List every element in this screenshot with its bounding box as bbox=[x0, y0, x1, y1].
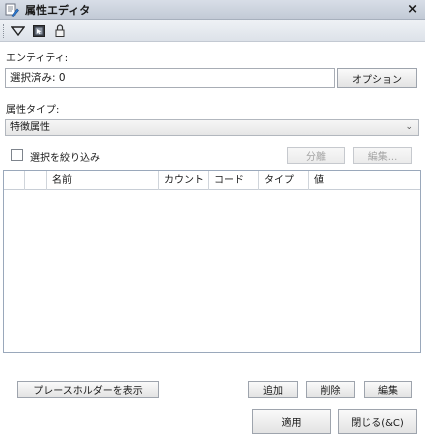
grid-column-marker bbox=[24, 171, 46, 190]
split-button[interactable]: 分離 bbox=[287, 147, 345, 164]
show-placeholder-button[interactable]: プレースホルダーを表示 bbox=[17, 381, 159, 398]
delete-button[interactable]: 削除 bbox=[306, 381, 355, 398]
lock-icon[interactable] bbox=[51, 22, 69, 40]
chevron-down-icon: ⌄ bbox=[405, 122, 413, 132]
column-header-code[interactable]: コード bbox=[208, 171, 258, 190]
title-bar: 属性エディタ × bbox=[0, 0, 425, 20]
attribute-type-select[interactable]: 特徴属性 ⌄ bbox=[5, 119, 419, 136]
toolbar-grip bbox=[3, 23, 6, 38]
filter-selection-checkbox[interactable] bbox=[11, 149, 23, 161]
add-button[interactable]: 追加 bbox=[248, 381, 298, 398]
filter-selection-label: 選択を絞り込み bbox=[30, 153, 100, 164]
toolbar bbox=[0, 20, 425, 42]
edit-filter-button[interactable]: 編集... bbox=[353, 147, 412, 164]
column-header-name[interactable]: 名前 bbox=[46, 171, 158, 190]
attribute-type-value: 特徴属性 bbox=[10, 122, 50, 133]
attribute-type-label: 属性タイプ: bbox=[6, 105, 60, 116]
column-header-count[interactable]: カウント bbox=[158, 171, 208, 190]
edit-button[interactable]: 編集 bbox=[364, 381, 412, 398]
close-button[interactable]: 閉じる(&C) bbox=[338, 409, 417, 434]
column-header-value[interactable]: 値 bbox=[308, 171, 420, 190]
attribute-grid[interactable]: 名前 カウント コード タイプ 値 bbox=[3, 170, 421, 353]
entity-field[interactable]: 選択済み: 0 bbox=[5, 68, 335, 88]
grid-header: 名前 カウント コード タイプ 値 bbox=[4, 171, 420, 190]
attribute-editor-icon bbox=[5, 3, 19, 17]
column-header-type[interactable]: タイプ bbox=[258, 171, 308, 190]
filter-dropdown-icon[interactable] bbox=[9, 22, 27, 40]
entity-label: エンティティ: bbox=[6, 53, 69, 64]
window-title: 属性エディタ bbox=[25, 3, 91, 17]
options-button[interactable]: オプション bbox=[337, 68, 417, 88]
close-window-button[interactable]: × bbox=[407, 2, 418, 18]
apply-button[interactable]: 適用 bbox=[252, 409, 331, 434]
select-entity-icon[interactable] bbox=[30, 22, 48, 40]
